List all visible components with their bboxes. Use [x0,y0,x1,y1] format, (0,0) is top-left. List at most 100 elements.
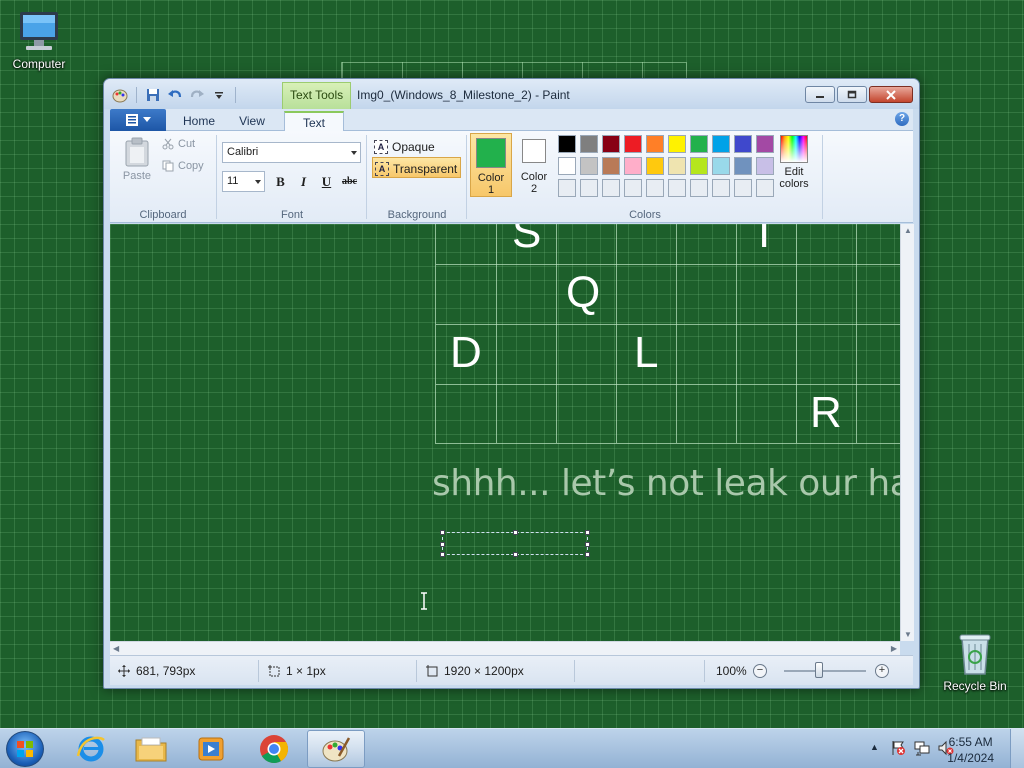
zoom-in-button[interactable]: + [875,664,889,678]
show-desktop-button[interactable] [1010,729,1024,768]
transparent-button[interactable]: A Transparent [372,157,462,178]
scroll-down-icon[interactable]: ▼ [904,630,912,639]
opaque-icon: A [374,139,388,154]
folder-icon [135,737,167,762]
show-hidden-icons-icon[interactable]: ▲ [870,742,879,752]
chrome-icon [260,735,288,763]
edit-colors-button[interactable]: Edit colors [776,135,812,190]
redo-icon[interactable] [189,87,205,103]
action-center-flag-icon[interactable] [890,740,906,756]
palette-swatch[interactable] [734,157,752,175]
palette-swatch[interactable] [712,157,730,175]
palette-swatch[interactable] [690,179,708,197]
palette-swatch[interactable] [580,179,598,197]
maximize-button[interactable] [837,86,867,103]
palette-swatch[interactable] [668,157,686,175]
copy-button[interactable]: Copy [162,160,204,172]
taskbar-paint[interactable] [307,730,365,768]
italic-button[interactable]: I [293,171,314,192]
drawing-canvas[interactable]: S I Q D L R shhh... let’s not leak our h… [110,224,900,641]
taskbar-internet-explorer[interactable] [62,730,120,768]
text-insert-box[interactable] [440,530,590,557]
palette-swatch[interactable] [624,157,642,175]
palette-swatch[interactable] [624,135,642,153]
scroll-left-icon[interactable]: ◀ [113,644,119,653]
horizontal-scrollbar[interactable]: ◀ ▶ [110,641,900,655]
opaque-button[interactable]: A Opaque [372,135,438,156]
desktop-icon-computer[interactable]: Computer [0,10,78,71]
move-cursor-icon [118,665,130,677]
bold-button[interactable]: B [270,171,291,192]
palette-swatch[interactable] [602,135,620,153]
palette-swatch[interactable] [712,179,730,197]
zoom-slider-track[interactable] [784,670,866,672]
tab-view[interactable]: View [226,111,278,131]
palette-swatch[interactable] [602,179,620,197]
paste-icon [125,137,149,167]
palette-swatch[interactable] [580,157,598,175]
save-icon[interactable] [145,87,161,103]
palette-swatch[interactable] [558,157,576,175]
minimize-button[interactable] [805,86,835,103]
palette-swatch[interactable] [668,135,686,153]
zoom-slider-thumb[interactable] [815,662,823,678]
vertical-scrollbar[interactable]: ▲ ▼ [900,224,914,641]
font-size-select[interactable]: 11 [222,171,265,192]
paste-button[interactable]: Paste [118,137,156,182]
tab-text[interactable]: Text [284,111,344,132]
palette-swatch[interactable] [558,179,576,197]
canvas-caption-text: shhh... let’s not leak our hard [432,463,900,504]
undo-icon[interactable] [167,87,183,103]
palette-swatch[interactable] [646,179,664,197]
palette-swatch[interactable] [690,157,708,175]
ribbon-tab-bar: Home View Text ? [110,109,913,132]
palette-swatch[interactable] [558,135,576,153]
palette-swatch[interactable] [624,179,642,197]
palette-swatch[interactable] [756,135,774,153]
grid-letter: L [634,328,659,377]
title-bar[interactable]: Text Tools Img0_(Windows_8_Milestone_2) … [104,79,919,109]
paint-app-icon[interactable] [112,87,128,103]
palette-swatch[interactable] [602,157,620,175]
customize-toolbar-icon[interactable] [211,87,227,103]
palette-swatch[interactable] [734,135,752,153]
taskbar-file-explorer[interactable] [122,730,180,768]
color1-button[interactable]: Color 1 [470,133,512,197]
scroll-up-icon[interactable]: ▲ [904,226,912,235]
network-icon[interactable] [914,740,930,756]
palette-swatch[interactable] [756,157,774,175]
background-group: A Opaque A Transparent Background [368,131,466,223]
color2-button[interactable]: Color 2 [513,133,555,197]
cut-button[interactable]: Cut [162,138,195,150]
paint-menu-button[interactable] [110,109,166,131]
taskbar-chrome[interactable] [245,730,303,768]
desktop-icon-recycle-bin[interactable]: Recycle Bin [936,632,1014,693]
scroll-right-icon[interactable]: ▶ [891,644,897,653]
palette-swatch[interactable] [734,179,752,197]
selection-size: 1 × 1px [268,664,326,678]
close-button[interactable] [869,86,913,103]
palette-swatch[interactable] [646,135,664,153]
system-tray: ▲ 6:55 AM 1/4/2024 [824,729,1024,768]
palette-swatch[interactable] [646,157,664,175]
font-family-select[interactable]: Calibri [222,142,361,163]
tab-home[interactable]: Home [172,111,226,131]
palette-swatch[interactable] [668,179,686,197]
internet-explorer-icon [76,736,105,762]
palette-swatch[interactable] [712,135,730,153]
clock[interactable]: 6:55 AM 1/4/2024 [947,734,994,766]
palette-swatch[interactable] [756,179,774,197]
palette-swatch[interactable] [690,135,708,153]
palette-swatch[interactable] [580,135,598,153]
taskbar-media-player[interactable] [182,730,240,768]
help-icon[interactable]: ? [895,112,909,126]
strikethrough-button[interactable]: abc [339,171,360,192]
color-palette [558,135,774,197]
start-button[interactable] [6,731,44,767]
zoom-out-button[interactable]: − [753,664,767,678]
letter-grid: S I Q D L R [435,224,900,444]
paste-label: Paste [122,170,152,182]
underline-button[interactable]: U [316,171,337,192]
image-size: 1920 × 1200px [426,664,524,678]
quick-access-toolbar [112,87,238,103]
